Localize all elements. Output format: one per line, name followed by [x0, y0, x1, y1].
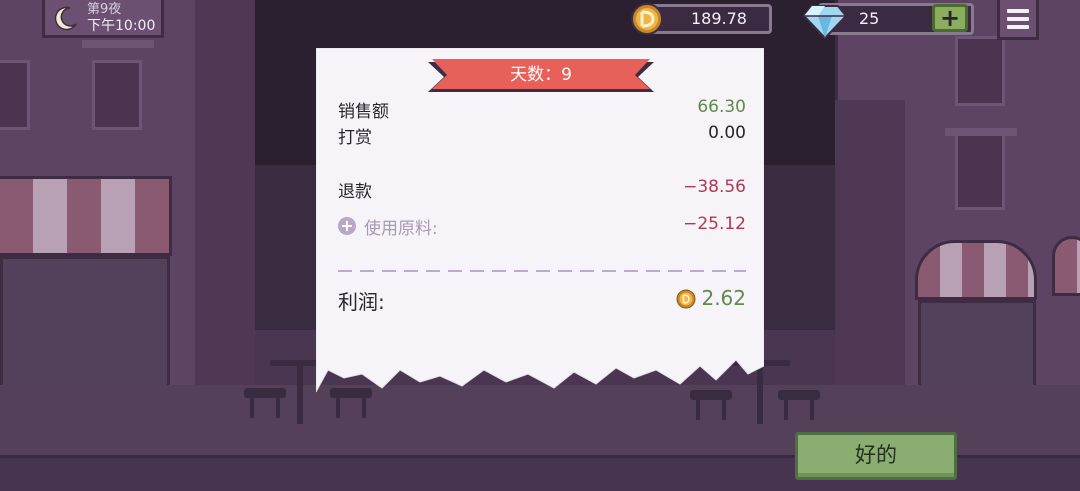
tips-label: 打赏 [338, 128, 372, 148]
left-awning [0, 176, 172, 256]
stool [778, 390, 820, 420]
diamond-icon [802, 5, 848, 40]
right-awning [915, 240, 1037, 300]
left-storefront [0, 256, 170, 406]
coin-icon [676, 289, 696, 309]
sales-label: 销售额 [338, 102, 389, 122]
stool [244, 388, 286, 418]
daily-receipt: 天数：9 销售额 66.30 打赏 0.00 退款 −38.56 + 使用原料:… [316, 48, 764, 408]
dashed-divider [338, 270, 746, 272]
night-label: 第9夜 [87, 1, 122, 17]
refund-label: 退款 [338, 182, 372, 202]
coin-icon [631, 3, 663, 35]
sales-value: 66.30 [697, 97, 746, 117]
tips-value: 0.00 [708, 123, 746, 143]
building-window [955, 36, 1005, 106]
refund-value: −38.56 [683, 177, 746, 197]
coin-balance: 189.78 [648, 4, 772, 34]
profit-value: 2.62 [701, 286, 746, 310]
building-window [92, 60, 142, 130]
buy-gems-button[interactable]: + [932, 4, 968, 32]
ingredients-value: −25.12 [683, 214, 746, 234]
profit-label: 利润: [338, 290, 385, 314]
building-window [955, 130, 1005, 210]
moon-icon [54, 6, 77, 30]
gem-count: 25 [859, 9, 880, 28]
hamburger-menu-icon[interactable] [997, 0, 1039, 40]
time-display: 第9夜 下午10:00 [42, 0, 164, 38]
expand-plus-icon[interactable]: + [338, 217, 356, 235]
ok-button[interactable]: 好的 [795, 432, 957, 480]
ingredients-label: 使用原料: [364, 219, 438, 239]
day-title: 天数：9 [510, 65, 572, 85]
clock-label: 下午10:00 [87, 17, 156, 34]
building-window [0, 60, 30, 130]
